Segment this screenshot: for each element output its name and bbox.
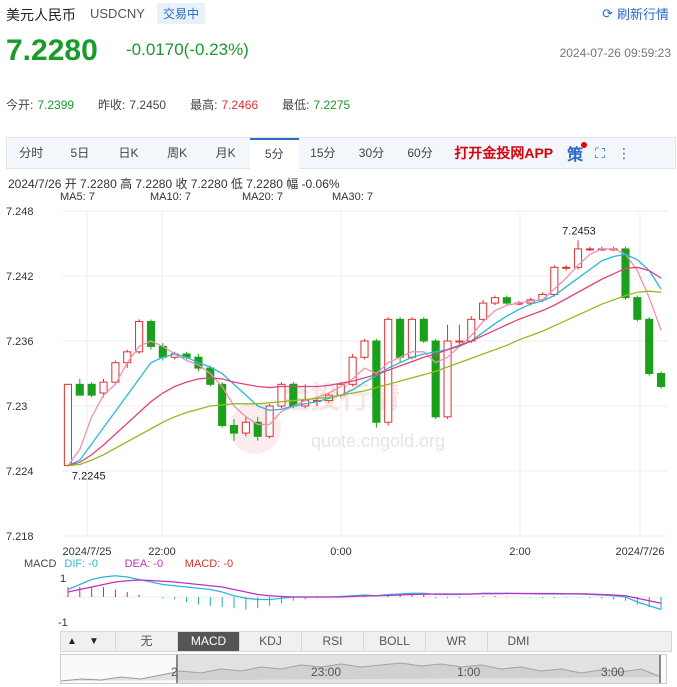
y-tick-label: 7.23 (6, 401, 27, 413)
candle-body (479, 302, 488, 320)
indicator-boll[interactable]: BOLL (363, 632, 425, 651)
y-tick-label: 7.242 (6, 271, 34, 283)
indicator-kdj[interactable]: KDJ (239, 632, 301, 651)
candle-body (585, 248, 594, 251)
y-tick-label: 7.218 (6, 531, 34, 543)
scroll-down-icon[interactable]: ▼ (83, 632, 105, 651)
x-tick-label: 0:00 (330, 546, 351, 558)
macd-legend-label: DIF: -0 (64, 558, 98, 570)
nav-label-3: 1:00 (457, 665, 481, 679)
candle-body (241, 421, 250, 434)
y-tick-label: 7.248 (6, 206, 34, 218)
candle-body (562, 266, 571, 269)
candle-body (490, 297, 500, 304)
y-tick-label: 7.236 (6, 336, 34, 348)
kline-chart: 7.248 7.242 7.236 7.23 7.224 7.218 2024/7/25 22… (6, 206, 667, 629)
candle-body (443, 340, 452, 418)
x-tick-label: 22:00 (148, 546, 176, 558)
macd-legend-label: MACD (24, 558, 56, 570)
y-tick-label: 7.224 (6, 466, 34, 478)
candle-body (550, 266, 559, 295)
candle-body (502, 297, 511, 304)
price-annotation: 7.2453 (562, 225, 596, 237)
candle-body (645, 318, 654, 375)
candle-body (277, 383, 286, 407)
price-annotation: 7.2245 (72, 471, 106, 483)
indicator-dmi[interactable]: DMI (487, 632, 549, 651)
macd-legend-label: MACD: -0 (185, 558, 233, 570)
candle-body (87, 383, 96, 396)
candle-body (123, 351, 132, 364)
macd-y-max: 1 (60, 573, 66, 585)
candle-body (99, 381, 108, 394)
macd-legend-label: DEA: -0 (125, 558, 164, 570)
macd-y-min: -1 (58, 617, 68, 629)
indicator-macd[interactable]: MACD (177, 632, 239, 651)
candle-body (360, 340, 369, 358)
candle-body (289, 383, 298, 407)
candle-body (396, 318, 405, 358)
candle-body (372, 340, 381, 423)
x-tick-label: 2:00 (509, 546, 530, 558)
candle-body (75, 383, 84, 396)
candle-body (229, 425, 239, 434)
range-navigator[interactable]: 2 23:00 1:00 3:00 (60, 654, 667, 684)
candle-body (455, 340, 464, 343)
x-tick-label: 2024/7/26 (616, 546, 665, 558)
x-tick-label: 2024/7/25 (63, 546, 112, 558)
candle-body (621, 248, 630, 299)
indicator-wr[interactable]: WR (425, 632, 487, 651)
candle-body (633, 297, 642, 320)
indicator-none[interactable]: 无 (115, 632, 177, 651)
nav-label-2: 23:00 (311, 665, 342, 679)
candle-body (63, 383, 72, 467)
indicator-rsi[interactable]: RSI (301, 632, 363, 651)
navigator-selection[interactable] (176, 655, 661, 683)
nav-label-4: 3:00 (601, 665, 625, 679)
indicator-tabs: ▲ ▼ 无 MACD KDJ RSI BOLL WR DMI (60, 631, 672, 652)
candle-body (657, 373, 666, 387)
watermark-url: quote.cngold.org (311, 431, 445, 451)
candle-body (419, 318, 428, 342)
scroll-up-icon[interactable]: ▲ (61, 632, 83, 651)
nav-label-1: 2 (171, 665, 178, 679)
